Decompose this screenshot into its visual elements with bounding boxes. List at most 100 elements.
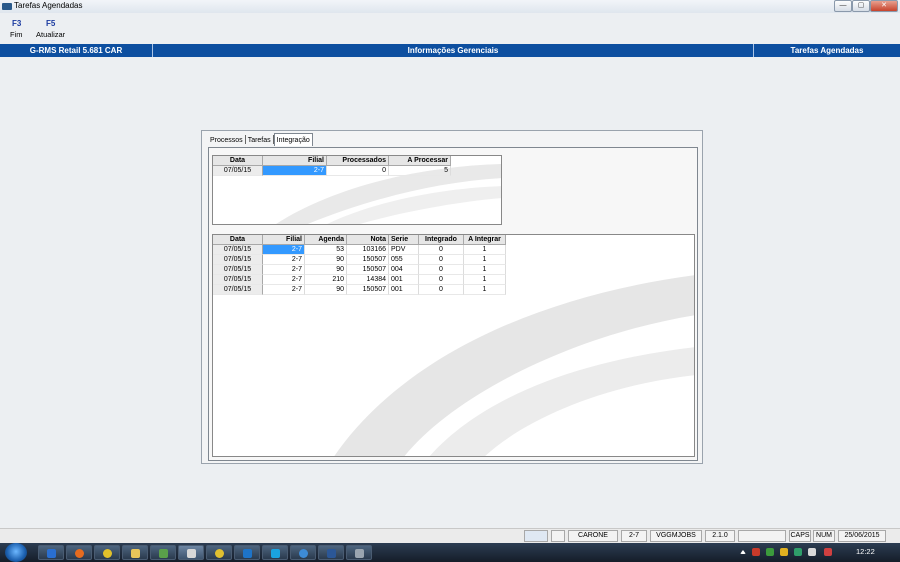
app-taskbar-button[interactable] (206, 545, 232, 560)
fim-key: F3 (12, 19, 22, 28)
cell-filial: 2-7 (263, 285, 305, 295)
app-icon (2, 3, 12, 10)
word-taskbar-button[interactable] (318, 545, 344, 560)
cell-a-processar: 5 (389, 166, 451, 176)
status-branch: 2-7 (621, 530, 647, 542)
cell-filial: 2-7 (263, 245, 305, 255)
cell-agenda: 53 (305, 245, 347, 255)
cell-agenda: 90 (305, 265, 347, 275)
cell-filial: 2-7 (263, 166, 327, 176)
col-processados[interactable]: Processados (327, 156, 389, 166)
module-title: Informações Gerenciais (407, 46, 499, 55)
function-key-toolbar: F3 Fim F5 Atualizar (0, 16, 900, 42)
fim-button[interactable]: F3 Fim (10, 19, 23, 39)
app-taskbar-button[interactable] (150, 545, 176, 560)
tray-app-icon[interactable] (780, 548, 788, 556)
cell-integrado: 0 (419, 265, 464, 275)
atualizar-button[interactable]: F5 Atualizar (36, 19, 65, 39)
col-filial[interactable]: Filial (263, 156, 327, 166)
cell-a-integrar: 1 (464, 275, 506, 285)
start-button[interactable] (5, 543, 27, 562)
tray-app-icon[interactable] (794, 548, 802, 556)
cell-serie: 055 (389, 255, 419, 265)
cell-data: 07/05/15 (213, 166, 263, 176)
explorer-taskbar-button[interactable] (122, 545, 148, 560)
status-empty (738, 530, 786, 542)
col-filial[interactable]: Filial (263, 235, 305, 245)
lync-taskbar-button[interactable] (234, 545, 260, 560)
tray-app-icon[interactable] (752, 548, 760, 556)
app-taskbar-button[interactable] (290, 545, 316, 560)
cell-processados: 0 (327, 166, 389, 176)
detail-grid[interactable]: Data Filial Agenda Nota Serie Integrado … (212, 234, 695, 457)
col-agenda[interactable]: Agenda (305, 235, 347, 245)
window-titlebar: Tarefas Agendadas — ▢ ✕ (0, 0, 900, 13)
summary-grid[interactable]: Data Filial Processados A Processar 07/0… (212, 155, 502, 225)
cell-data: 07/05/15 (213, 255, 263, 265)
tab-processos[interactable]: Processos (208, 134, 245, 146)
firefox-taskbar-button[interactable] (66, 545, 92, 560)
os-taskbar: 12:22 (0, 543, 900, 562)
chrome-taskbar-button[interactable] (94, 545, 120, 560)
cell-integrado: 0 (419, 245, 464, 255)
cell-serie: 004 (389, 265, 419, 275)
cell-integrado: 0 (419, 275, 464, 285)
status-version: 2.1.0 (705, 530, 735, 542)
minimize-button[interactable]: — (834, 0, 852, 12)
col-a-integrar[interactable]: A Integrar (464, 235, 506, 245)
cell-filial: 2-7 (263, 275, 305, 285)
cell-agenda: 90 (305, 285, 347, 295)
tab-strip: Processos Tarefas Integração (208, 133, 313, 147)
cell-a-integrar: 1 (464, 265, 506, 275)
atualizar-key: F5 (46, 19, 56, 28)
status-date: 25/06/2015 (838, 530, 886, 542)
document-icon[interactable] (551, 530, 565, 542)
network-icon[interactable] (808, 548, 816, 556)
cell-serie: 001 (389, 275, 419, 285)
cell-agenda: 90 (305, 255, 347, 265)
taskbar-clock[interactable]: 12:22 (856, 547, 875, 556)
cell-serie: PDV (389, 245, 419, 255)
tray-expand-icon[interactable] (740, 550, 746, 554)
tab-integracao[interactable]: Integração (273, 133, 313, 146)
outlook-taskbar-button[interactable] (38, 545, 64, 560)
status-job: VGGMJOBS (650, 530, 702, 542)
cell-data: 07/05/15 (213, 265, 263, 275)
cell-serie: 001 (389, 285, 419, 295)
cell-a-integrar: 1 (464, 255, 506, 265)
cell-nota: 150507 (347, 255, 389, 265)
volume-icon[interactable] (824, 548, 832, 556)
cell-nota: 150507 (347, 285, 389, 295)
grms-taskbar-button[interactable] (178, 545, 204, 560)
col-nota[interactable]: Nota (347, 235, 389, 245)
col-data[interactable]: Data (213, 235, 263, 245)
col-a-processar[interactable]: A Processar (389, 156, 451, 166)
skype-taskbar-button[interactable] (262, 545, 288, 560)
tray-app-icon[interactable] (766, 548, 774, 556)
status-user: CARONE (568, 530, 618, 542)
maximize-button[interactable]: ▢ (852, 0, 870, 12)
cell-a-integrar: 1 (464, 285, 506, 295)
cell-data: 07/05/15 (213, 275, 263, 285)
cell-a-integrar: 1 (464, 245, 506, 255)
close-button[interactable]: ✕ (870, 0, 898, 12)
col-serie[interactable]: Serie (389, 235, 419, 245)
cell-data: 07/05/15 (213, 285, 263, 295)
cell-data: 07/05/15 (213, 245, 263, 255)
cell-nota: 14384 (347, 275, 389, 285)
cell-filial: 2-7 (263, 255, 305, 265)
status-caps: CAPS (789, 530, 811, 542)
monitor-icon[interactable] (524, 530, 548, 542)
module-header: G-RMS Retail 5.681 CAR Informações Geren… (0, 44, 900, 57)
fim-label: Fim (10, 30, 23, 39)
tab-tarefas[interactable]: Tarefas (246, 134, 273, 146)
app-taskbar-button[interactable] (346, 545, 372, 560)
cell-nota: 150507 (347, 265, 389, 275)
screen-title: Tarefas Agendadas (790, 46, 864, 55)
window-title: Tarefas Agendadas (14, 1, 83, 10)
system-version: G-RMS Retail 5.681 CAR (29, 46, 123, 55)
status-num: NUM (813, 530, 835, 542)
tab-content: Data Filial Processados A Processar 07/0… (208, 147, 698, 461)
col-integrado[interactable]: Integrado (419, 235, 464, 245)
col-data[interactable]: Data (213, 156, 263, 166)
